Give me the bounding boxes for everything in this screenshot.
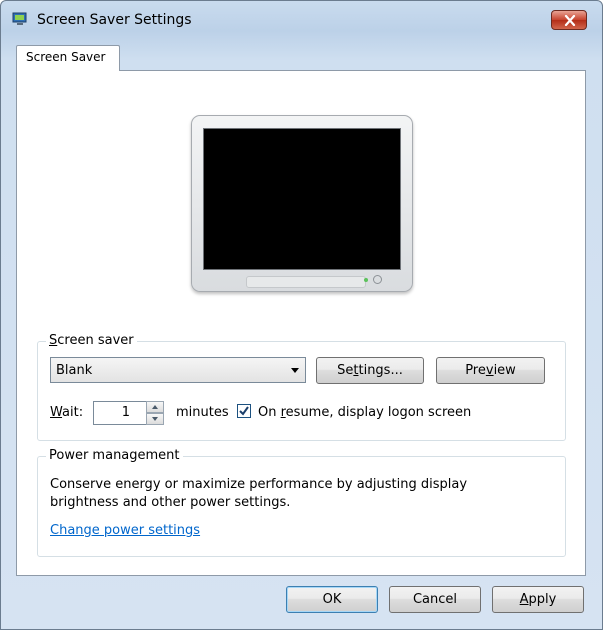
- tab-screen-saver[interactable]: Screen Saver: [16, 45, 120, 71]
- resume-logon-checkbox[interactable]: [237, 404, 251, 418]
- dialog-window: Screen Saver Settings Screen Saver Scree…: [0, 0, 603, 630]
- title-bar[interactable]: Screen Saver Settings: [1, 1, 602, 39]
- screen-saver-select[interactable]: Blank: [50, 357, 306, 383]
- arrow-down-icon: [152, 417, 158, 421]
- stepper-down-button[interactable]: [146, 413, 164, 425]
- settings-button[interactable]: Settings...: [316, 357, 424, 384]
- wait-label: Wait:: [50, 405, 84, 420]
- screen-saver-selected-value: Blank: [56, 363, 93, 378]
- monitor-preview-screen: [203, 128, 401, 270]
- tab-panel-screen-saver: Screen saver Blank Settings... Preview W…: [16, 70, 586, 576]
- screen-saver-app-icon: [12, 12, 28, 26]
- power-button-icon: [373, 275, 382, 284]
- resume-logon-label[interactable]: On resume, display logon screen: [258, 405, 471, 420]
- monitor-bezel-bar: [246, 276, 366, 288]
- wait-minutes-stepper: [146, 401, 164, 425]
- preview-button[interactable]: Preview: [436, 357, 545, 384]
- window-title: Screen Saver Settings: [37, 12, 192, 28]
- power-led-icon: [364, 278, 368, 282]
- monitor-preview: [191, 115, 413, 292]
- stepper-up-button[interactable]: [146, 401, 164, 413]
- power-management-group: Power management Conserve energy or maxi…: [37, 448, 566, 557]
- wait-minutes-input[interactable]: 1: [93, 401, 148, 425]
- ok-button[interactable]: OK: [286, 586, 378, 613]
- change-power-settings-link[interactable]: Change power settings: [50, 523, 200, 538]
- cancel-button[interactable]: Cancel: [389, 586, 481, 613]
- close-button[interactable]: [551, 10, 587, 30]
- screen-saver-group: Screen saver Blank Settings... Preview W…: [37, 333, 566, 441]
- power-management-group-label: Power management: [46, 448, 183, 463]
- close-icon: [564, 15, 576, 26]
- apply-button[interactable]: Apply: [492, 586, 584, 613]
- arrow-up-icon: [152, 405, 158, 409]
- checkmark-icon: [239, 406, 249, 416]
- minutes-label: minutes: [176, 405, 229, 420]
- chevron-down-icon: [291, 368, 299, 373]
- screen-saver-group-label: Screen saver: [46, 333, 137, 348]
- power-management-description: Conserve energy or maximize performance …: [50, 477, 468, 510]
